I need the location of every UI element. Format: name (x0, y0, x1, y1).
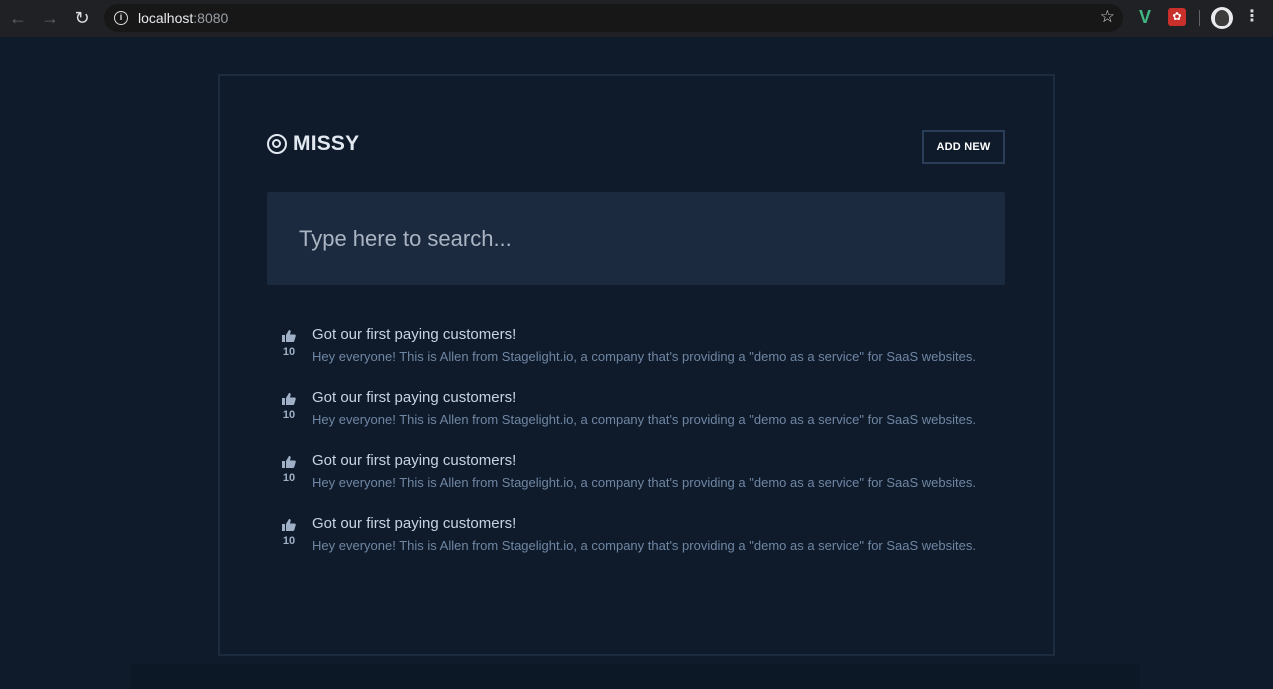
search-input[interactable] (267, 192, 1005, 285)
info-icon[interactable]: i (114, 11, 128, 25)
vote-button[interactable]: 10 (281, 330, 297, 358)
vote-count: 10 (282, 535, 296, 547)
red-extension-icon[interactable]: ✿ (1168, 8, 1186, 26)
url-text[interactable]: localhost:8080 (138, 10, 228, 26)
vote-button[interactable]: 10 (281, 393, 297, 421)
vote-button[interactable]: 10 (281, 519, 297, 547)
list-item[interactable]: 10 Got our first paying customers! Hey e… (267, 326, 1005, 389)
page: MISSY ADD NEW 10 Got our first paying cu… (0, 37, 1273, 689)
post-title[interactable]: Got our first paying customers! (312, 326, 516, 343)
brand-logo[interactable]: MISSY (267, 132, 359, 156)
post-excerpt: Hey everyone! This is Allen from Stageli… (312, 349, 976, 364)
profile-avatar[interactable] (1211, 7, 1233, 29)
reload-icon[interactable]: ↻ (66, 2, 98, 34)
kebab-menu-icon[interactable]: ⋮ (1244, 6, 1260, 26)
vote-count: 10 (282, 409, 296, 421)
vote-button[interactable]: 10 (281, 456, 297, 484)
list-item[interactable]: 10 Got our first paying customers! Hey e… (267, 452, 1005, 515)
vote-count: 10 (282, 346, 296, 358)
url-port: :8080 (193, 10, 229, 26)
vote-count: 10 (282, 472, 296, 484)
url-host: localhost (138, 10, 194, 26)
add-new-button[interactable]: ADD NEW (922, 130, 1005, 164)
list-item[interactable]: 10 Got our first paying customers! Hey e… (267, 515, 1005, 578)
post-title[interactable]: Got our first paying customers! (312, 389, 516, 406)
list-item[interactable]: 10 Got our first paying customers! Hey e… (267, 389, 1005, 452)
vue-devtools-icon[interactable]: V (1136, 7, 1154, 27)
address-bar[interactable]: i localhost:8080 ☆ (104, 4, 1123, 32)
post-title[interactable]: Got our first paying customers! (312, 452, 516, 469)
post-title[interactable]: Got our first paying customers! (312, 515, 516, 532)
brand-name: MISSY (293, 132, 360, 155)
toolbar-divider (1199, 10, 1200, 26)
target-icon (267, 134, 287, 154)
post-list: 10 Got our first paying customers! Hey e… (267, 326, 1005, 578)
arrow-left-icon[interactable]: ← (2, 2, 34, 34)
page-footer-shade (130, 664, 1140, 689)
thumbs-up-icon (282, 393, 296, 405)
post-excerpt: Hey everyone! This is Allen from Stageli… (312, 475, 976, 490)
thumbs-up-icon (282, 330, 296, 342)
post-excerpt: Hey everyone! This is Allen from Stageli… (312, 412, 976, 427)
star-icon[interactable]: ☆ (1100, 7, 1115, 27)
main-card: MISSY ADD NEW 10 Got our first paying cu… (218, 74, 1055, 656)
arrow-right-icon[interactable]: → (34, 2, 66, 34)
browser-toolbar: ← → ↻ i localhost:8080 ☆ V ✿ ⋮ (0, 0, 1273, 37)
thumbs-up-icon (282, 456, 296, 468)
post-excerpt: Hey everyone! This is Allen from Stageli… (312, 538, 976, 553)
thumbs-up-icon (282, 519, 296, 531)
